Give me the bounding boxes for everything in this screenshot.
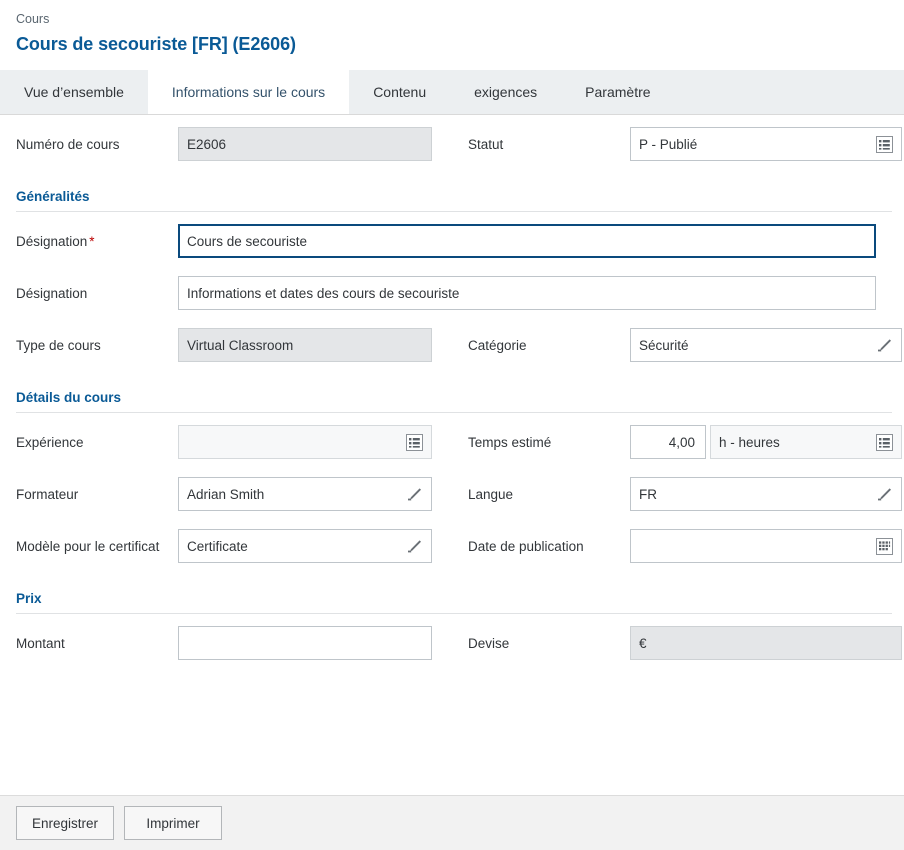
label-category: Catégorie [468,338,527,353]
field-group-currency: Devise € [468,626,904,660]
row-trainer-language: Formateur Adrian Smith Langue FR [16,477,902,517]
value-course-number: E2606 [187,136,227,152]
row-course-number-status: Numéro de cours E2606 Statut P - Publié [16,127,902,167]
value-designation-primary: Cours de secouriste [187,233,308,249]
input-course-number: E2606 [178,127,432,161]
tab-exigences[interactable]: exigences [450,70,561,114]
course-info-page: Cours Cours de secouriste [FR] (E2606) V… [0,0,904,850]
calendar-icon[interactable] [876,537,893,555]
input-designation-primary[interactable]: Cours de secouriste [178,224,876,258]
section-title-prix: Prix [16,591,42,606]
footer-action-bar: Enregistrer Imprimer [0,795,904,850]
section-divider-generalites [16,211,892,212]
save-button[interactable]: Enregistrer [16,806,114,840]
input-category[interactable]: Sécurité [630,328,902,362]
input-trainer[interactable]: Adrian Smith [178,477,432,511]
field-group-course-number: Numéro de cours E2606 [16,127,468,161]
list-value-help-icon[interactable] [876,135,893,153]
row-experience-estimated-time: Expérience Temps estimé 4,00 h - heures [16,425,902,465]
pencil-edit-icon[interactable] [406,538,423,555]
tab-vue-densemble[interactable]: Vue d’ensemble [0,70,148,114]
value-category: Sécurité [639,337,689,353]
row-course-type-category: Type de cours Virtual Classroom Catégori… [16,328,902,368]
section-details-du-cours: Détails du cours [16,390,892,413]
label-designation-primary-text: Désignation [16,234,88,249]
field-group-category: Catégorie Sécurité [468,328,904,362]
section-divider-prix [16,613,892,614]
label-estimated-time: Temps estimé [468,435,552,450]
section-title-generalites: Généralités [16,189,90,204]
value-trainer: Adrian Smith [187,486,265,502]
value-estimated-time-unit: h - heures [719,434,780,450]
label-currency: Devise [468,636,510,651]
value-course-type: Virtual Classroom [187,337,294,353]
row-designation-secondary: Désignation Informations et dates des co… [16,276,888,316]
label-publication-date: Date de publication [468,539,584,554]
required-asterisk: * [89,234,95,249]
input-course-type: Virtual Classroom [178,328,432,362]
input-publication-date[interactable] [630,529,902,563]
value-language: FR [639,486,657,502]
label-course-number: Numéro de cours [16,137,120,152]
field-group-trainer: Formateur Adrian Smith [16,477,468,511]
section-divider-details-du-cours [16,412,892,413]
field-group-language: Langue FR [468,477,904,511]
input-status[interactable]: P - Publié [630,127,902,161]
section-generalites: Généralités [16,189,892,212]
estimated-time-split: 4,00 h - heures [630,425,902,459]
input-estimated-time-value[interactable]: 4,00 [630,425,706,459]
label-certificate-template: Modèle pour le certificat [16,539,160,554]
list-value-help-icon[interactable] [406,433,423,451]
input-language[interactable]: FR [630,477,902,511]
label-designation-primary: Désignation * [16,224,178,250]
input-amount[interactable] [178,626,432,660]
value-status: P - Publié [639,136,698,152]
input-certificate-template[interactable]: Certificate [178,529,432,563]
tab-informations-sur-le-cours[interactable]: Informations sur le cours [147,70,350,114]
row-amount-currency: Montant Devise € [16,626,902,666]
pencil-edit-icon[interactable] [876,486,893,503]
breadcrumb[interactable]: Cours [16,10,888,28]
page-title: Cours de secouriste [FR] (E2606) [16,34,296,54]
tab-parametre[interactable]: Paramètre [561,70,674,114]
label-designation-secondary: Désignation [16,286,88,301]
field-group-certificate-template: Modèle pour le certificat Certificate [16,529,468,563]
label-experience: Expérience [16,435,84,450]
row-designation-primary: Désignation * Cours de secouriste [16,224,888,264]
input-experience [178,425,432,459]
field-group-course-type: Type de cours Virtual Classroom [16,328,468,362]
label-trainer: Formateur [16,487,79,502]
input-designation-secondary[interactable]: Informations et dates des cours de secou… [178,276,876,310]
value-estimated-time: 4,00 [668,434,695,450]
tab-contenu[interactable]: Contenu [349,70,450,114]
field-group-estimated-time: Temps estimé 4,00 h - heures [468,425,904,459]
field-group-status: Statut P - Publié [468,127,904,161]
label-status: Statut [468,137,504,152]
input-estimated-time-unit: h - heures [710,425,902,459]
print-button[interactable]: Imprimer [124,806,222,840]
label-course-type: Type de cours [16,338,101,353]
field-group-experience: Expérience [16,425,468,459]
value-currency: € [639,635,647,651]
field-group-designation-primary: Désignation * Cours de secouriste [16,224,892,258]
label-amount: Montant [16,636,65,651]
tab-bar: Vue d’ensemble Informations sur le cours… [0,70,904,115]
pencil-edit-icon[interactable] [876,337,893,354]
row-certificate-template-publication-date: Modèle pour le certificat Certificate Da… [16,529,902,569]
field-group-designation-secondary: Désignation Informations et dates des co… [16,276,892,310]
section-title-details-du-cours: Détails du cours [16,390,122,405]
form-container: Numéro de cours E2606 Statut P - Publié [0,127,904,666]
section-prix: Prix [16,591,892,614]
label-language: Langue [468,487,514,502]
list-value-help-icon[interactable] [876,433,893,451]
value-designation-secondary: Informations et dates des cours de secou… [187,285,460,301]
pencil-edit-icon[interactable] [406,486,423,503]
page-header: Cours Cours de secouriste [FR] (E2606) [0,0,904,56]
field-group-amount: Montant [16,626,468,660]
field-group-publication-date: Date de publication [468,529,904,563]
input-currency: € [630,626,902,660]
value-certificate-template: Certificate [187,538,248,554]
